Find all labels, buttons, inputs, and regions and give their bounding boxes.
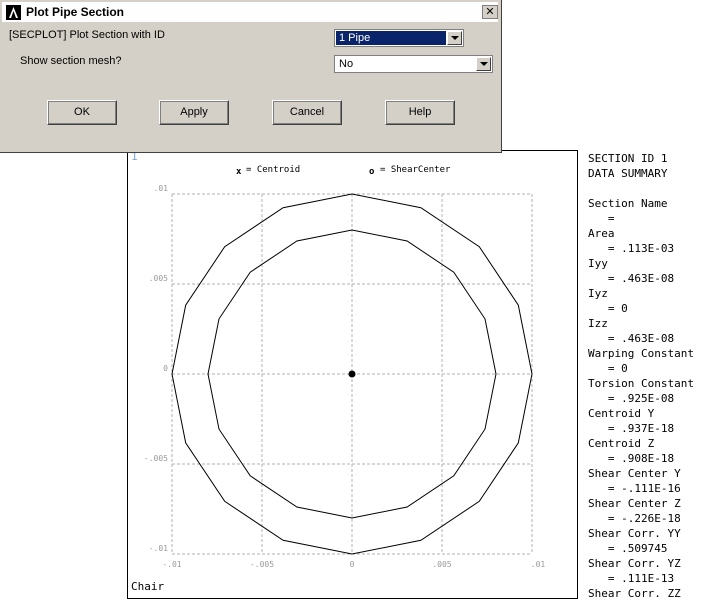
- y-tick-label: -.01: [149, 544, 168, 553]
- y-tick-label: .01: [154, 184, 169, 193]
- summary-line: Centroid Y: [588, 407, 655, 420]
- x-tick-label: .005: [432, 560, 451, 569]
- x-tick-label: -.005: [250, 560, 274, 569]
- x-tick-label: .01: [531, 560, 546, 569]
- section-mesh-selected-value: No: [339, 58, 354, 70]
- summary-line: = .113E-03: [588, 242, 675, 255]
- summary-line: [588, 181, 718, 196]
- help-button[interactable]: Help: [385, 100, 455, 125]
- chevron-down-icon[interactable]: [447, 31, 462, 45]
- summary-line: = .463E-08: [588, 332, 675, 345]
- plot-legend: x = Centroid o = ShearCenter: [236, 165, 451, 177]
- shear-center-symbol: o: [369, 167, 374, 177]
- section-id-select[interactable]: 1 Pipe: [334, 29, 464, 47]
- ok-button[interactable]: OK: [47, 100, 117, 125]
- y-tick-label: .005: [149, 274, 168, 283]
- summary-line: DATA SUMMARY: [588, 167, 668, 180]
- summary-line: = .111E-13: [588, 572, 675, 585]
- cancel-button[interactable]: Cancel: [272, 100, 342, 125]
- plot-footer-label: Chair: [131, 580, 165, 593]
- section-id-label: [SECPLOT] Plot Section with ID: [9, 29, 165, 41]
- x-tick-label: 0: [350, 560, 355, 569]
- dialog-title: Plot Pipe Section: [26, 5, 125, 19]
- summary-line: Shear Center Y: [588, 467, 681, 480]
- summary-line: Centroid Z: [588, 437, 655, 450]
- plot-pipe-section-dialog: Plot Pipe Section ✕ [SECPLOT] Plot Secti…: [0, 0, 502, 153]
- centroid-marker: [348, 370, 356, 378]
- summary-line: Shear Corr. ZZ: [588, 587, 681, 600]
- summary-line: Area: [588, 227, 615, 240]
- summary-line: = .463E-08: [588, 272, 675, 285]
- summary-line: Torsion Constant: [588, 377, 694, 390]
- summary-line: = -.111E-16: [588, 482, 681, 495]
- summary-line: Iyz: [588, 287, 608, 300]
- close-button[interactable]: ✕: [482, 5, 498, 19]
- summary-line: = 0: [588, 362, 628, 375]
- summary-line: Warping Constant: [588, 347, 694, 360]
- summary-line: = .908E-18: [588, 452, 675, 465]
- summary-line: Shear Center Z: [588, 497, 681, 510]
- summary-line: =: [588, 212, 615, 225]
- summary-line: Shear Corr. YZ: [588, 557, 681, 570]
- section-mesh-label: Show section mesh?: [20, 55, 122, 67]
- summary-line: Iyy: [588, 257, 608, 270]
- summary-line: = .509745: [588, 542, 668, 555]
- shear-center-legend-text: = ShearCenter: [380, 165, 451, 175]
- chevron-down-icon[interactable]: [476, 57, 491, 71]
- ansys-logo-icon: [6, 5, 21, 20]
- summary-line: SECTION ID 1: [588, 152, 668, 165]
- close-icon: ✕: [485, 5, 495, 18]
- axis-tick-labels: .01 .005 0 -.005 -.01 -.01 -.005 0 .005 .01: [144, 184, 546, 569]
- y-tick-label: -.005: [144, 454, 168, 463]
- section-mesh-select[interactable]: No: [334, 55, 493, 73]
- summary-line: Izz: [588, 317, 608, 330]
- section-data-summary: SECTION ID 1 DATA SUMMARY Section Name = Ar…: [588, 151, 718, 601]
- summary-line: Section Name: [588, 197, 668, 210]
- dialog-titlebar[interactable]: Plot Pipe Section ✕: [2, 2, 498, 22]
- x-tick-label: -.01: [162, 560, 181, 569]
- summary-line: = .925E-08: [588, 392, 675, 405]
- y-tick-label: 0: [163, 364, 168, 373]
- summary-line: = 0: [588, 302, 628, 315]
- centroid-symbol: x: [236, 167, 242, 177]
- summary-line: = .937E-18: [588, 422, 675, 435]
- summary-line: Shear Corr. YY: [588, 527, 681, 540]
- centroid-legend-text: = Centroid: [246, 165, 300, 175]
- apply-button[interactable]: Apply: [159, 100, 229, 125]
- summary-line: = -.226E-18: [588, 512, 681, 525]
- section-id-selected-value: 1 Pipe: [336, 31, 446, 45]
